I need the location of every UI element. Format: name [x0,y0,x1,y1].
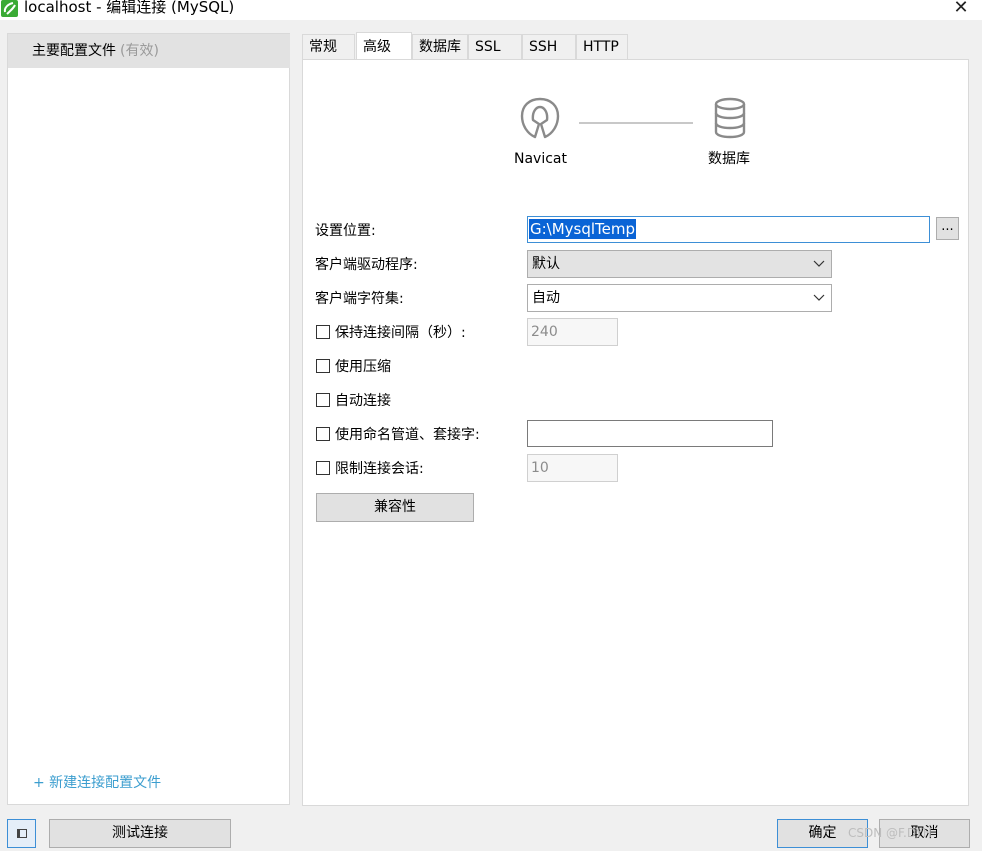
tab-advanced[interactable]: 高级 [356,32,412,60]
limit-session-input[interactable]: 10 [527,454,618,482]
connector-line [579,122,693,124]
compatibility-button[interactable]: 兼容性 [316,493,474,522]
browse-button[interactable]: ... [936,217,959,240]
keepalive-label: 保持连接间隔（秒）: [335,325,466,341]
database-label: 数据库 [708,151,750,167]
tab-database[interactable]: 数据库 [412,34,468,59]
location-input-value[interactable]: G:\MysqlTemp [529,219,637,239]
new-profile-link[interactable]: + 新建连接配置文件 [33,774,161,792]
toggle-sidebar-button[interactable] [7,819,36,848]
autoconnect-label: 自动连接 [335,393,391,409]
profile-status: (有效) [120,43,159,59]
profile-label: 主要配置文件 (有效) [32,42,159,60]
charset-select-value: 自动 [532,290,560,306]
charset-label: 客户端字符集: [315,291,404,307]
driver-select-value: 默认 [532,256,560,272]
database-icon [713,96,747,140]
keepalive-interval-input[interactable]: 240 [527,318,618,346]
navicat-label: Navicat [514,151,567,167]
keepalive-checkbox[interactable] [316,325,330,339]
test-connection-button[interactable]: 测试连接 [49,819,231,848]
limit-session-checkbox[interactable] [316,461,330,475]
window-title: localhost - 编辑连接 (MySQL) [24,0,235,16]
navicat-icon [517,96,563,140]
watermark: CSDN @F.DYH [848,826,932,840]
charset-select[interactable]: 自动 [527,284,832,312]
driver-label: 客户端驱动程序: [315,257,418,273]
tab-http[interactable]: HTTP [576,34,628,59]
profile-name: 主要配置文件 [32,43,116,59]
location-label: 设置位置: [315,223,376,239]
chevron-down-icon [813,260,825,267]
compress-checkbox[interactable] [316,359,330,373]
close-icon[interactable]: ✕ [944,0,978,20]
tab-ssl[interactable]: SSL [468,34,522,59]
namedpipe-checkbox[interactable] [316,427,330,441]
limit-session-label: 限制连接会话: [335,461,424,477]
namedpipe-label: 使用命名管道、套接字: [335,427,480,443]
tab-general[interactable]: 常规 [302,34,355,59]
tab-ssh[interactable]: SSH [522,34,576,59]
navicat-app-icon [1,0,18,17]
driver-select[interactable]: 默认 [527,250,832,278]
sidebar-toggle-icon-bar [17,829,20,838]
chevron-down-icon [813,294,825,301]
profile-list-panel [7,33,290,805]
autoconnect-checkbox[interactable] [316,393,330,407]
compress-label: 使用压缩 [335,359,391,375]
namedpipe-input[interactable] [527,420,773,447]
